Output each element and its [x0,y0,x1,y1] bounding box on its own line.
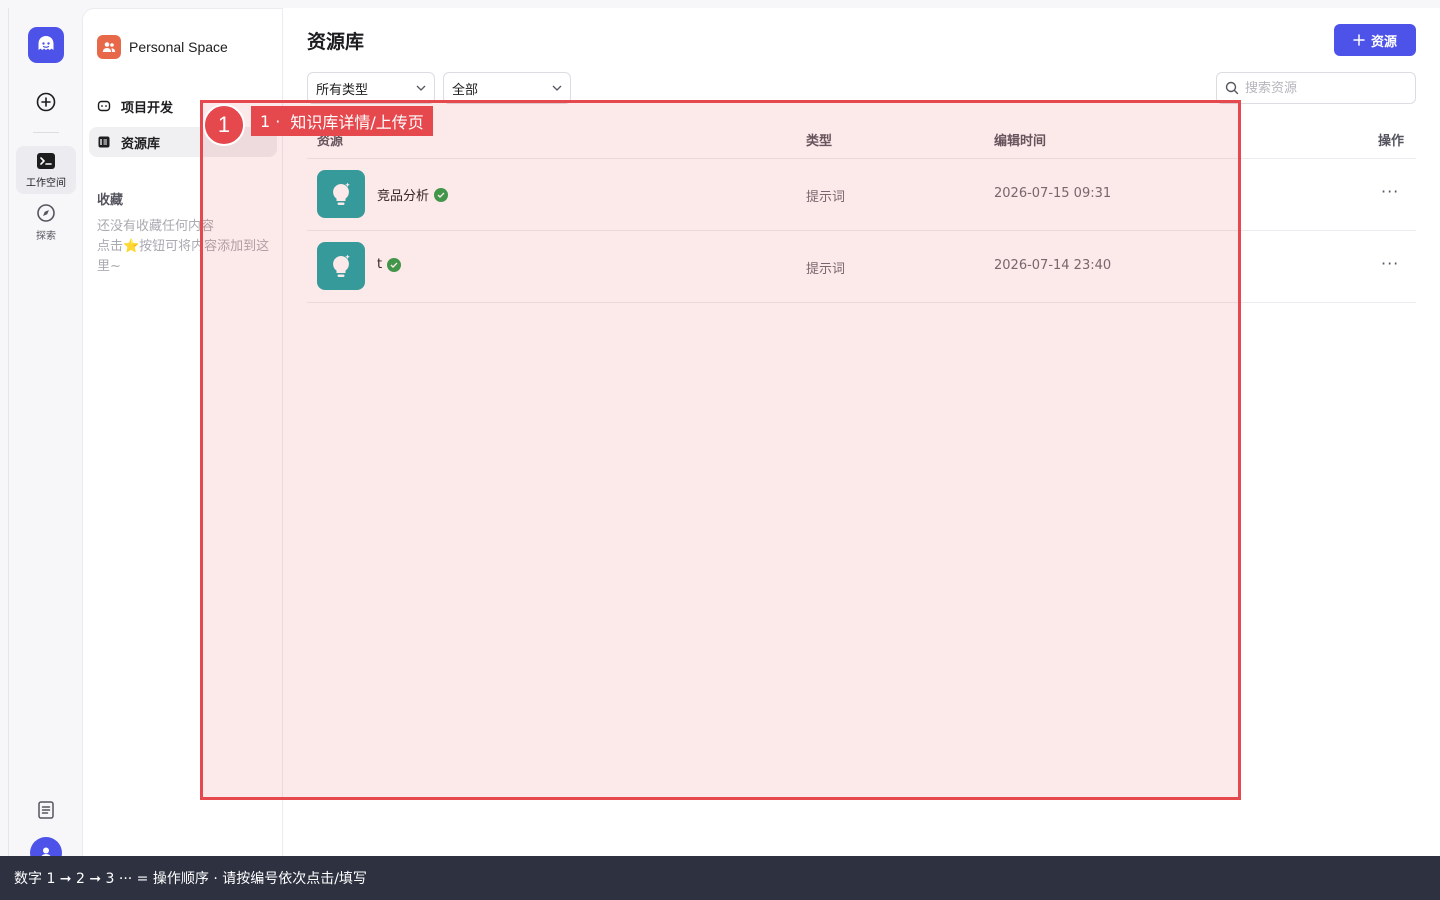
plus-icon [1353,34,1365,46]
search-input[interactable] [1245,80,1405,96]
rail-item-label: 工作空间 [26,177,66,189]
chevron-down-icon [552,85,562,91]
space-name: Personal Space [129,39,228,55]
instruction-footer: 数字 1 ➞ 2 ➞ 3 ··· = 操作顺序 · 请按编号依次点击/填写 [0,856,1440,900]
library-icon [98,136,110,148]
instruction-text: 数字 1 ➞ 2 ➞ 3 ··· = 操作顺序 · 请按编号依次点击/填写 [14,871,367,887]
search-icon [1225,81,1239,95]
chevron-down-icon [416,85,426,91]
space-switcher[interactable]: Personal Space [97,35,228,59]
team-icon [97,35,121,59]
scope-filter-value: 全部 [452,82,479,98]
annotation-step-label: 1 · 知识库详情/上传页 [251,106,433,136]
rail-item-explore[interactable]: 探索 [16,198,76,246]
more-actions-button[interactable]: ··· [1381,182,1399,201]
more-actions-button[interactable]: ··· [1381,254,1399,273]
app-logo-icon[interactable] [28,27,64,63]
rail-item-label: 探索 [36,230,56,242]
rail-divider [33,132,59,133]
page-title: 资源库 [307,31,365,53]
add-resource-label: 资源 [1370,34,1397,50]
create-plus-circle-icon[interactable] [35,91,57,113]
add-resource-button[interactable]: 资源 [1334,24,1416,56]
terminal-folder-icon [37,152,55,169]
type-filter-value: 所有类型 [316,82,369,98]
compass-icon [37,203,55,222]
rail-item-workspace[interactable]: 工作空间 [16,146,76,194]
bot-icon [97,100,111,112]
column-header-actions: 操作 [1378,134,1405,149]
annotation-step-prefix: 1 · [260,111,281,131]
nav-item-label: 资源库 [121,136,161,152]
favorites-title: 收藏 [97,193,124,208]
document-icon[interactable] [36,800,56,820]
annotation-highlight-box [200,100,1241,800]
nav-item-label: 项目开发 [121,100,174,116]
annotation-step-text: 知识库详情/上传页 [290,113,424,132]
search-box[interactable] [1216,72,1416,104]
annotation-step-badge: 1 [203,104,245,146]
icon-rail: 工作空间 探索 [8,8,82,900]
